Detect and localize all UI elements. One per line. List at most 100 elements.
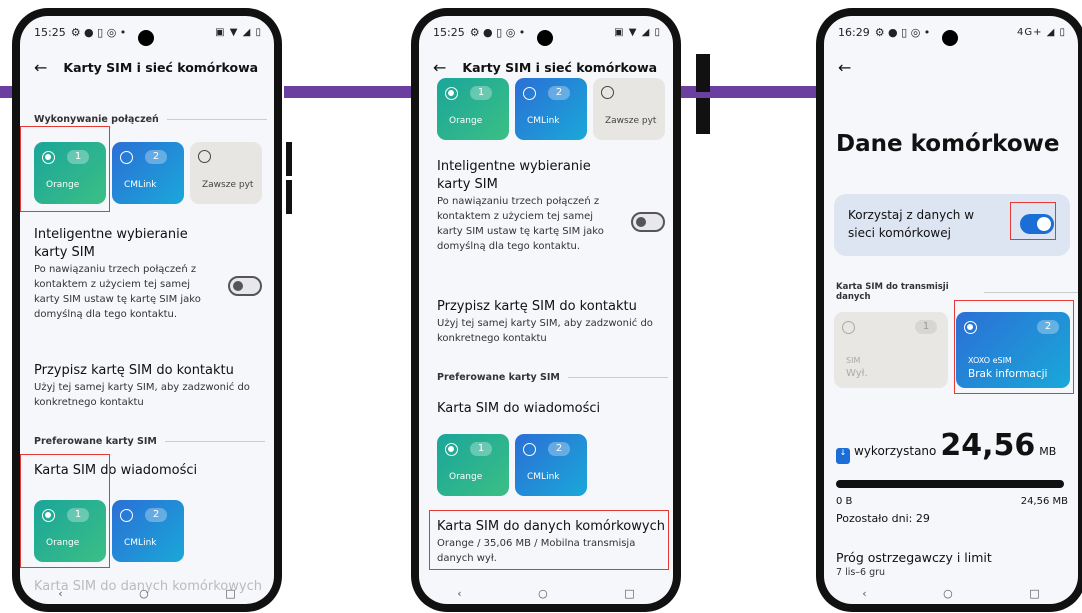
smart-dial-toggle[interactable]	[631, 212, 665, 232]
sim-name: Orange	[449, 472, 483, 482]
nav-recent-icon[interactable]: □	[225, 587, 235, 600]
status-time: 15:25	[34, 25, 66, 39]
sim-tile-always-ask[interactable]: Zawsze pyt	[593, 78, 665, 140]
nav-back-icon[interactable]: ‹	[862, 587, 866, 600]
page-title: Dane komórkowe	[836, 131, 1060, 157]
screen-1: 15:25 ⚙ ● ▯ ◎ • ▣ ▼ ◢ ▯ ← Karty SIM i si…	[20, 16, 274, 604]
decor-bar-4	[696, 98, 710, 134]
data-sim-tile-1[interactable]: 1 SIM Wył.	[834, 312, 948, 388]
nav-back-icon[interactable]: ‹	[457, 587, 461, 600]
highlight-box	[1010, 202, 1056, 240]
highlight-box	[954, 300, 1074, 394]
sim-number: 2	[548, 442, 570, 456]
phone-3: 16:29 ⚙ ● ▯ ◎ • 4G+ ◢ ▯ ← Dane komórkowe…	[816, 8, 1082, 612]
range-min: 0 B	[836, 496, 853, 507]
back-arrow-icon[interactable]: ←	[34, 58, 47, 77]
sim-state: Wył.	[846, 368, 868, 379]
sim-number: 1	[470, 442, 492, 456]
camera-cutout	[942, 30, 958, 46]
nav-back-icon[interactable]: ‹	[58, 587, 62, 600]
status-right-icons: 4G+ ◢ ▯	[1016, 26, 1066, 38]
usage-row: ↓ wykorzystano 24,56 MB	[836, 428, 1056, 464]
radio-icon	[198, 150, 211, 163]
sim-number: 2	[548, 86, 570, 100]
nav-home-icon[interactable]: ○	[943, 587, 953, 600]
status-icons: ⚙ ● ▯ ◎ •	[469, 25, 526, 39]
assign-sim-desc: Użyj tej samej karty SIM, aby zadzwonić …	[34, 382, 250, 408]
warning-limit-title[interactable]: Próg ostrzegawczy i limit	[836, 550, 992, 565]
sim-number: 1	[915, 320, 937, 334]
page-title: Karty SIM i sieć komórkowa	[63, 60, 259, 75]
sim-name: CMLink	[124, 538, 157, 548]
app-bar: ← Karty SIM i sieć komórkowa	[433, 58, 663, 77]
nav-home-icon[interactable]: ○	[538, 587, 548, 600]
use-data-label: Korzystaj z danych w sieci komórkowej	[848, 208, 975, 240]
always-ask-label: Zawsze pyt	[202, 180, 254, 190]
status-right-icons: ▣ ▼ ◢ ▯	[614, 26, 661, 38]
phone-2: 15:25 ⚙ ● ▯ ◎ • ▣ ▼ ◢ ▯ ← Karty SIM i si…	[411, 8, 681, 612]
radio-icon	[842, 320, 855, 334]
assign-sim-desc: Użyj tej samej karty SIM, aby zadzwonić …	[437, 318, 653, 344]
radio-icon	[523, 86, 536, 100]
highlight-box	[20, 126, 110, 212]
radio-selected-icon	[445, 86, 458, 100]
purple-band-mid1	[284, 86, 414, 98]
nav-bar: ‹ ○ □	[20, 587, 274, 600]
assign-sim-title[interactable]: Przypisz kartę SIM do kontaktu	[34, 362, 234, 380]
phone-1: 15:25 ⚙ ● ▯ ◎ • ▣ ▼ ◢ ▯ ← Karty SIM i si…	[12, 8, 282, 612]
section-preferred: Preferowane karty SIM	[437, 372, 668, 383]
status-time: 15:25	[433, 25, 465, 39]
used-unit: MB	[1039, 445, 1057, 458]
nav-home-icon[interactable]: ○	[139, 587, 149, 600]
sim-name: SIM	[846, 356, 861, 365]
used-label: wykorzystano	[854, 444, 937, 458]
warning-limit-dates: 7 lis–6 gru	[836, 567, 886, 578]
decor-bar-3	[696, 54, 710, 92]
smart-dial-title: Inteligentne wybieranie karty SIM	[437, 159, 591, 192]
section-calls: Wykonywanie połączeń	[34, 114, 267, 125]
back-arrow-icon[interactable]: ←	[433, 58, 446, 77]
sim-number: 2	[145, 508, 167, 522]
sim-number: 1	[470, 86, 492, 100]
msg-sim-tile-cmlink[interactable]: 2 CMLink	[112, 500, 184, 562]
radio-icon	[523, 442, 536, 456]
nav-recent-icon[interactable]: □	[1029, 587, 1039, 600]
page-title: Karty SIM i sieć komórkowa	[462, 60, 658, 75]
assign-sim-title[interactable]: Przypisz kartę SIM do kontaktu	[437, 298, 637, 316]
radio-selected-icon	[445, 442, 458, 456]
radio-icon	[120, 150, 133, 164]
range-max: 24,56 MB	[1020, 496, 1068, 507]
smart-dial-desc: Po nawiązaniu trzech połączeń z kontakte…	[34, 264, 201, 320]
sim-tile-orange[interactable]: 1 Orange	[437, 78, 509, 140]
app-bar: ←	[838, 58, 1068, 77]
section-preferred: Preferowane karty SIM	[34, 436, 265, 447]
radio-icon	[120, 508, 133, 522]
msg-sim-tile-cmlink[interactable]: 2 CMLink	[515, 434, 587, 496]
sim-number: 2	[145, 150, 167, 164]
nav-bar: ‹ ○ □	[419, 587, 673, 600]
smart-dial-toggle[interactable]	[228, 276, 262, 296]
screen-3: 16:29 ⚙ ● ▯ ◎ • 4G+ ◢ ▯ ← Dane komórkowe…	[824, 16, 1078, 604]
sim-tile-cmlink[interactable]: 2 CMLink	[515, 78, 587, 140]
usage-progress-bar	[836, 480, 1064, 488]
highlight-box	[429, 510, 669, 570]
highlight-box	[20, 454, 110, 568]
sim-tile-cmlink[interactable]: 2 CMLink	[112, 142, 184, 204]
back-arrow-icon[interactable]: ←	[838, 58, 851, 77]
app-bar: ← Karty SIM i sieć komórkowa	[34, 58, 264, 77]
msg-sim-tile-orange[interactable]: 1 Orange	[437, 434, 509, 496]
sim-tile-always-ask[interactable]: Zawsze pyt	[190, 142, 262, 204]
camera-cutout	[138, 30, 154, 46]
always-ask-label: Zawsze pyt	[605, 116, 657, 126]
radio-icon	[601, 86, 614, 99]
sim-usage-icon: ↓	[836, 448, 850, 464]
status-icons: ⚙ ● ▯ ◎ •	[70, 25, 127, 39]
nav-recent-icon[interactable]: □	[624, 587, 634, 600]
camera-cutout	[537, 30, 553, 46]
section-data-sim: Karta SIM do transmisji danych	[836, 282, 1078, 302]
smart-dial-desc: Po nawiązaniu trzech połączeń z kontakte…	[437, 196, 604, 252]
decor-bar-2	[286, 180, 292, 214]
sim-name: CMLink	[124, 180, 157, 190]
smart-dial-title: Inteligentne wybieranie karty SIM	[34, 227, 188, 260]
decor-bar-1	[286, 142, 292, 176]
